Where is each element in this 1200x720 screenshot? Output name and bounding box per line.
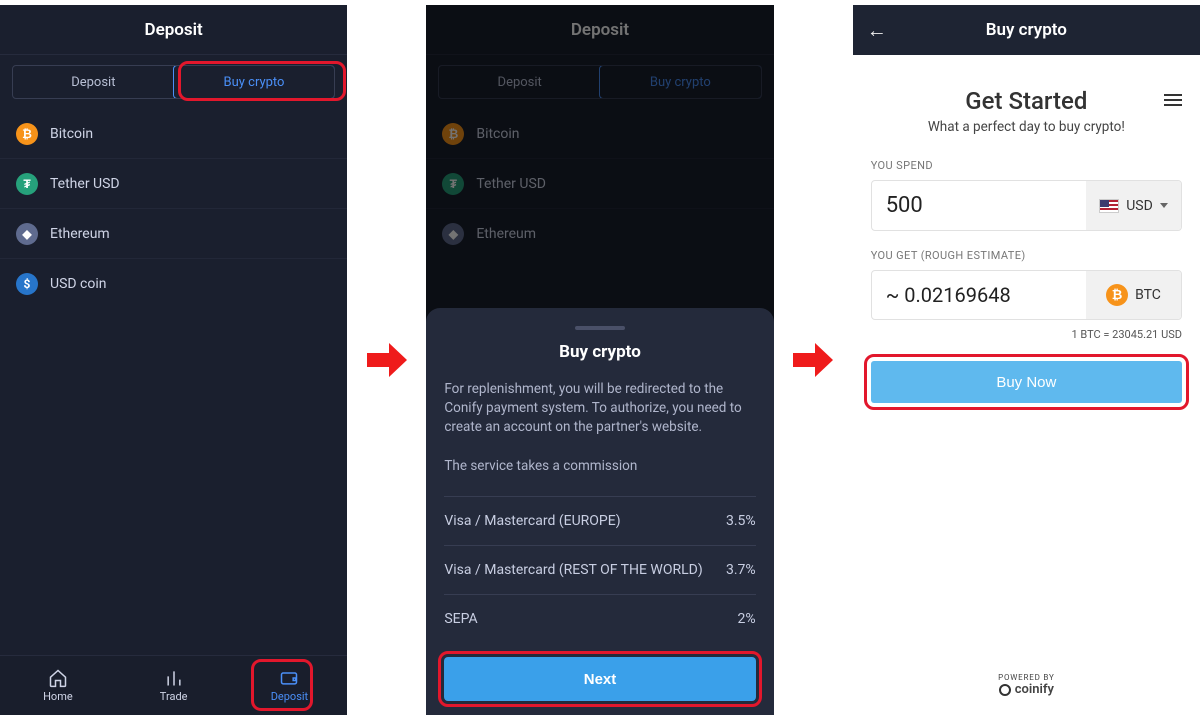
get-output: ~ 0.02169648 [872,271,1086,319]
fee-label: Visa / Mastercard (REST OF THE WORLD) [444,562,702,578]
nav-label: Trade [160,690,188,703]
tab-switch: Deposit Buy crypto [12,65,335,99]
nav-label: Deposit [271,690,308,703]
buy-crypto-sheet: Buy crypto For replenishment, you will b… [426,308,773,715]
coin-name: Ethereum [50,226,110,242]
exchange-rate: 1 BTC = 23045.21 USD [871,328,1182,341]
nav-trade[interactable]: Trade [116,656,232,715]
spend-input[interactable]: 500 [872,181,1086,230]
bitcoin-icon: ₿ [16,123,38,145]
screen-deposit: Deposit Deposit Buy crypto ₿ Bitcoin ₮ T… [0,5,347,715]
menu-icon[interactable] [1164,91,1182,109]
coin-name: USD coin [50,276,107,292]
fee-row: Visa / Mastercard (REST OF THE WORLD) 3.… [444,545,755,594]
bitcoin-icon: ₿ [1106,284,1128,306]
get-output-row: ~ 0.02169648 ₿ BTC [871,270,1182,320]
coinify-icon [999,684,1011,696]
coin-name: Tether USD [50,176,120,192]
commission-note: The service takes a commission [444,457,755,476]
chart-icon [163,668,185,688]
coin-row-tether[interactable]: ₮ Tether USD [0,159,347,209]
usdc-icon: $ [16,273,38,295]
fee-value: 3.7% [726,562,756,578]
spend-currency-select[interactable]: USD [1086,181,1181,230]
sheet-title: Buy crypto [444,342,755,362]
sheet-description: For replenishment, you will be redirecte… [444,380,755,437]
tab-deposit[interactable]: Deposit [13,66,174,98]
flow-arrow-icon [365,342,408,378]
nav-label: Home [43,690,73,703]
tab-buy-crypto[interactable]: Buy crypto [173,65,336,99]
nav-home[interactable]: Home [0,656,116,715]
screen-coinify: ← Buy crypto Get Started What a perfect … [853,5,1200,715]
page-title: ← Buy crypto [853,5,1200,55]
fee-row: Visa / Mastercard (EUROPE) 3.5% [444,496,755,545]
coin-row-ethereum[interactable]: ◆ Ethereum [0,209,347,259]
get-label: YOU GET (ROUGH ESTIMATE) [871,249,1182,262]
coin-row-usdcoin[interactable]: $ USD coin [0,259,347,309]
spend-label: YOU SPEND [871,159,1182,172]
home-icon [47,668,69,688]
coin-list: ₿ Bitcoin ₮ Tether USD ◆ Ethereum $ USD … [0,109,347,655]
spend-input-row: 500 USD [871,180,1182,231]
back-icon[interactable]: ← [867,18,887,43]
us-flag-icon [1099,199,1119,213]
coin-name: Bitcoin [50,126,93,142]
fee-row: SEPA 2% [444,594,755,643]
powered-by: POWERED BY coinify [871,673,1182,715]
page-title: Deposit [0,5,347,55]
fee-value: 3.5% [726,513,756,529]
fee-label: SEPA [444,611,477,627]
drag-handle[interactable] [575,326,625,330]
fee-label: Visa / Mastercard (EUROPE) [444,513,620,529]
buy-now-button[interactable]: Buy Now [871,361,1182,403]
chevron-down-icon [1160,203,1168,208]
tether-icon: ₮ [16,173,38,195]
screen-buy-sheet: Deposit Deposit Buy crypto ₿ Bitcoin ₮ T… [426,5,773,715]
subheading: What a perfect day to buy crypto! [871,119,1182,135]
wallet-icon [278,668,300,688]
coin-row-bitcoin[interactable]: ₿ Bitcoin [0,109,347,159]
fee-value: 2% [738,611,756,627]
bottom-nav: Home Trade Deposit [0,655,347,715]
get-currency-select[interactable]: ₿ BTC [1086,271,1181,319]
heading: Get Started [965,87,1087,115]
flow-arrow-icon [792,342,835,378]
nav-deposit[interactable]: Deposit [232,656,348,715]
ethereum-icon: ◆ [16,223,38,245]
next-button[interactable]: Next [444,657,755,701]
